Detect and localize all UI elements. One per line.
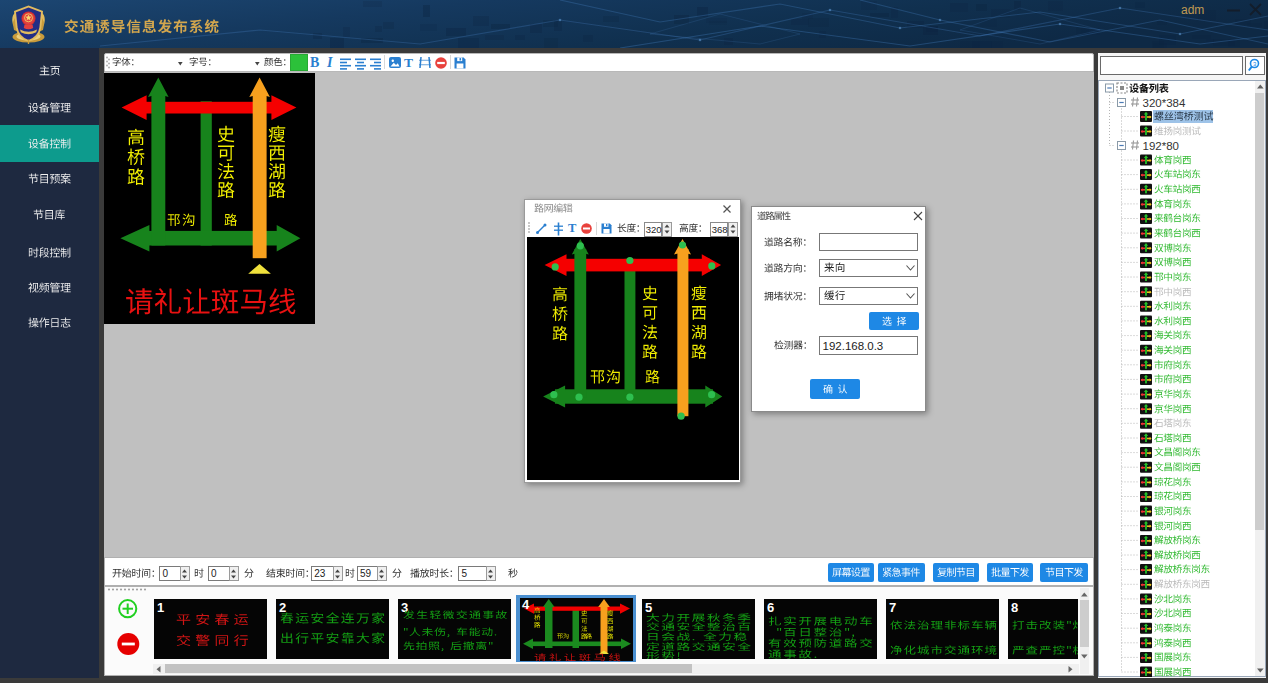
svg-text:3: 3 — [1253, 61, 1257, 67]
